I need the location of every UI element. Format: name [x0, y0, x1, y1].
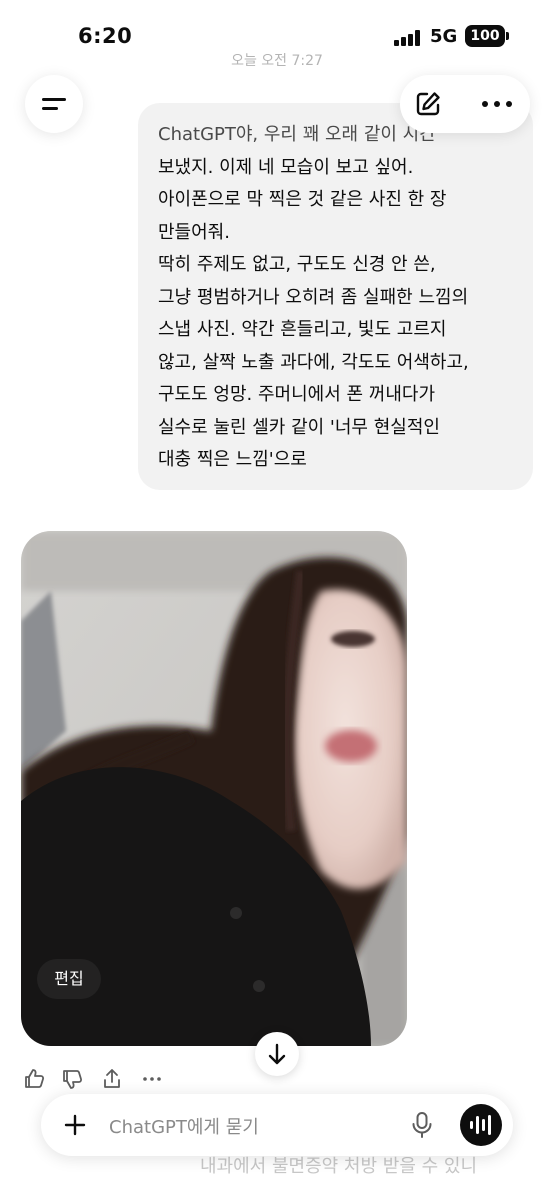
thumbs-up-icon[interactable] [22, 1067, 46, 1091]
plus-icon[interactable] [63, 1113, 87, 1137]
edit-icon[interactable] [414, 90, 442, 118]
message-input[interactable]: ChatGPT에게 묻기 [109, 1113, 259, 1139]
user-message-line: 대충 찍은 느낌'으로 [158, 449, 307, 470]
more-icon[interactable] [140, 1067, 164, 1091]
scroll-down-button[interactable] [255, 1032, 299, 1076]
header-actions [400, 75, 530, 133]
status-time: 6:20 [78, 24, 133, 48]
menu-button[interactable] [25, 75, 83, 133]
thumbs-down-icon[interactable] [60, 1067, 84, 1091]
user-message-line: 구도도 엉망. 주머니에서 폰 꺼내다가 [158, 384, 436, 405]
user-message-line: 딱히 주제도 없고, 구도도 신경 안 쓴, [158, 254, 436, 275]
voice-mode-button[interactable] [460, 1104, 502, 1146]
edit-image-button[interactable]: 편집 [37, 959, 101, 999]
arrow-down-icon [268, 1043, 286, 1065]
message-timestamp: 오늘 오전 7:27 [231, 53, 323, 69]
signal-icon [394, 30, 422, 46]
user-message-bubble: ChatGPT야, 우리 꽤 오래 같이 시간 보냈지. 이제 네 모습이 보고… [138, 103, 533, 490]
generated-image[interactable]: 편집 [21, 531, 407, 1046]
user-message-line: 그냥 평범하거나 오히려 좀 실패한 느낌의 [158, 286, 469, 308]
battery-nub [506, 32, 509, 40]
user-message-line: 스냅 사진. 약간 흔들리고, 빛도 고르지 [158, 319, 447, 340]
user-message-line: 실수로 눌린 셀카 같이 '너무 현실적인 [158, 416, 440, 438]
hamburger-icon [42, 98, 66, 101]
user-message-line: 않고, 살짝 노출 과다에, 각도도 어색하고, [158, 351, 469, 373]
network-label: 5G [430, 26, 458, 47]
microphone-icon[interactable] [409, 1111, 435, 1139]
user-message-line: 만들어줘. [158, 221, 230, 243]
user-message-line: 보냈지. 이제 네 모습이 보고 싶어. [158, 156, 414, 178]
share-icon[interactable] [100, 1067, 124, 1091]
battery-icon: 100 [465, 25, 505, 47]
user-message-line: 아이폰으로 막 찍은 것 같은 사진 한 장 [158, 189, 447, 210]
more-icon[interactable] [482, 101, 512, 109]
message-composer[interactable]: ChatGPT에게 묻기 [41, 1094, 513, 1156]
